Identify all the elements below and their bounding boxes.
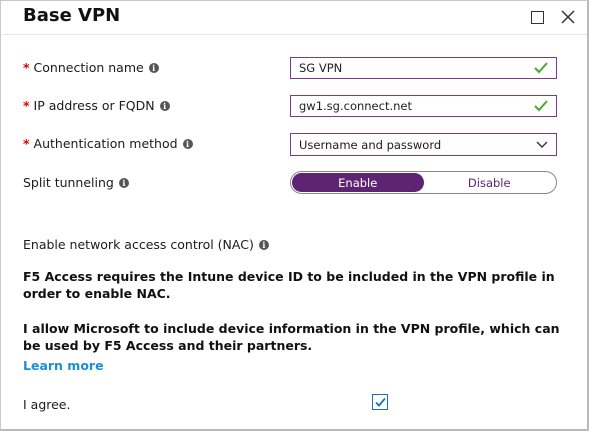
auth-method-label: * Authentication method i bbox=[23, 136, 193, 151]
valid-check-icon bbox=[534, 62, 548, 74]
blade-title: Base VPN bbox=[23, 5, 121, 26]
info-icon[interactable]: i bbox=[159, 100, 170, 111]
learn-more-link[interactable]: Learn more bbox=[23, 358, 104, 373]
split-tunneling-toggle[interactable]: Enable Disable bbox=[290, 171, 557, 194]
required-marker: * bbox=[23, 98, 30, 113]
valid-check-icon bbox=[534, 100, 548, 112]
auth-method-dropdown[interactable]: Username and password bbox=[290, 133, 557, 156]
maximize-button[interactable] bbox=[527, 7, 547, 27]
connection-name-value: SG VPN bbox=[299, 61, 343, 75]
connection-name-label-text: Connection name bbox=[33, 60, 144, 75]
ip-address-label: * IP address or FQDN i bbox=[23, 98, 170, 113]
connection-name-input[interactable]: SG VPN bbox=[290, 57, 557, 79]
ip-address-value: gw1.sg.connect.net bbox=[299, 99, 412, 113]
chevron-down-icon bbox=[536, 141, 548, 148]
connection-name-label: * Connection name i bbox=[23, 60, 159, 75]
close-icon bbox=[561, 10, 575, 24]
info-icon[interactable]: i bbox=[182, 138, 193, 149]
split-tunneling-label-text: Split tunneling bbox=[23, 175, 114, 190]
nac-requirement-text: F5 Access requires the Intune device ID … bbox=[23, 269, 555, 301]
info-icon[interactable]: i bbox=[118, 177, 129, 188]
device-info-consent-text: I allow Microsoft to include device info… bbox=[23, 321, 560, 353]
agree-label: I agree. bbox=[23, 397, 71, 412]
ip-address-label-text: IP address or FQDN bbox=[33, 98, 155, 113]
split-tunneling-disable-option[interactable]: Disable bbox=[424, 173, 556, 192]
split-tunneling-label: Split tunneling i bbox=[23, 175, 129, 190]
info-icon[interactable]: i bbox=[148, 62, 159, 73]
agree-checkbox[interactable] bbox=[372, 394, 388, 410]
base-vpn-blade: Base VPN * Connection name i SG VPN * IP… bbox=[0, 0, 589, 431]
auth-method-value: Username and password bbox=[299, 137, 442, 152]
nac-label-text: Enable network access control (NAC) bbox=[23, 237, 254, 252]
split-tunneling-enable-option[interactable]: Enable bbox=[292, 173, 424, 192]
info-icon[interactable]: i bbox=[258, 239, 269, 250]
required-marker: * bbox=[23, 60, 30, 75]
required-marker: * bbox=[23, 136, 30, 151]
header-divider bbox=[2, 34, 587, 35]
auth-method-label-text: Authentication method bbox=[33, 136, 178, 151]
ip-address-input[interactable]: gw1.sg.connect.net bbox=[290, 95, 557, 117]
nac-label: Enable network access control (NAC) i bbox=[23, 237, 269, 252]
checkmark-icon bbox=[375, 397, 386, 407]
close-button[interactable] bbox=[558, 7, 578, 27]
